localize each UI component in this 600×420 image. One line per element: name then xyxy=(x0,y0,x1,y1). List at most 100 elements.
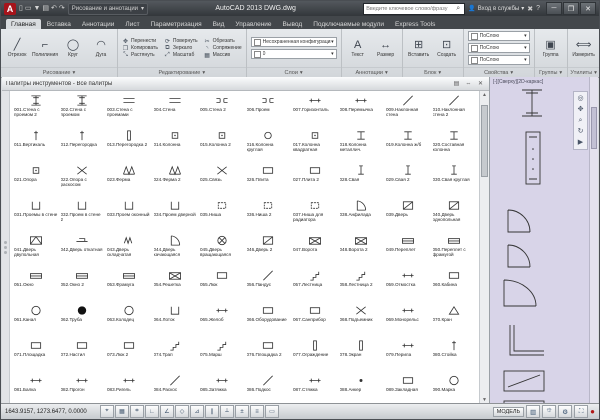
dyn-toggle[interactable]: ± xyxy=(235,405,249,418)
panel-name[interactable]: Редактирование▾ xyxy=(118,67,246,77)
palette-item[interactable]: 021.Опора xyxy=(12,162,59,197)
search-input[interactable] xyxy=(364,6,456,12)
palette-item[interactable]: 069.Монорельс xyxy=(384,302,431,337)
osnap-toggle[interactable]: ◇ xyxy=(175,405,189,418)
palette-item[interactable]: 087.Стяжка xyxy=(291,372,338,404)
palette-item[interactable]: 062.Труба xyxy=(59,302,106,337)
palette-item[interactable]: 023.Ферма xyxy=(105,162,152,197)
dropdown[interactable]: ПоСлою▾ xyxy=(468,31,530,41)
palette-item[interactable]: 077.Ограждение xyxy=(291,337,338,372)
palette-item[interactable]: 088.Анкер xyxy=(338,372,385,404)
palette-item[interactable]: 030.Свая круглая xyxy=(431,162,478,197)
fillet-button[interactable]: ◝Сопряжение xyxy=(204,45,242,52)
close-button[interactable]: ✕ xyxy=(580,2,596,15)
palette-item[interactable]: 024.Ферма 2 xyxy=(152,162,199,197)
palette-item[interactable]: 070.Кран xyxy=(431,302,478,337)
arc-button[interactable]: ◠Дуга xyxy=(89,39,113,58)
palette-item[interactable]: 089.Закладная xyxy=(384,372,431,404)
palette-item[interactable]: 055.Люк xyxy=(198,267,245,302)
palette-item[interactable]: 010.Наклонная стена 2 xyxy=(431,92,478,127)
polar-toggle[interactable]: ∠ xyxy=(160,405,174,418)
palette-autohide-icon[interactable]: ⇔ xyxy=(464,81,473,87)
canvas-scrollbar[interactable] xyxy=(589,77,598,404)
palette-item[interactable]: 041.Дверь двупольная xyxy=(12,232,59,267)
tab-вид[interactable]: Вид xyxy=(208,19,230,29)
palette-item[interactable]: 053.Фрамуга xyxy=(105,267,152,302)
i-section-symbol[interactable] xyxy=(518,87,548,126)
palette-item[interactable]: 044.Дверь качающаяся xyxy=(152,232,199,267)
palette-item[interactable]: 051.Окно xyxy=(12,267,59,302)
palette-item[interactable]: 067.Санприбор xyxy=(291,302,338,337)
palette-item[interactable]: 083.Ригель xyxy=(105,372,152,404)
circle-button[interactable]: ◯Круг xyxy=(61,39,85,58)
palette-item[interactable]: 084.Раскос xyxy=(152,372,199,404)
panel-name[interactable]: Аннотации▾ xyxy=(342,67,402,77)
palette-item[interactable]: 002.Стена с проемом xyxy=(59,92,106,127)
palette-item[interactable]: 085.Затяжка xyxy=(198,372,245,404)
palette-item[interactable]: 016.Колонна круглая xyxy=(245,127,292,162)
rotate-button[interactable]: ⟳Повернуть xyxy=(164,38,198,45)
palette-properties-icon[interactable]: ▤ xyxy=(452,80,461,87)
palette-item[interactable]: 034.Проем дверной xyxy=(152,197,199,232)
save-icon[interactable]: ▼ xyxy=(33,3,40,15)
group-button[interactable]: ▣Группа xyxy=(539,39,563,58)
palette-item[interactable]: 081.Балка xyxy=(12,372,59,404)
otrack-toggle[interactable]: ∥ xyxy=(205,405,219,418)
palette-item[interactable]: 018.Колонна металлич. xyxy=(338,127,385,162)
palette-item[interactable]: 058.Лестница 2 xyxy=(338,267,385,302)
palette-item[interactable]: 025.Связь xyxy=(198,162,245,197)
palette-item[interactable]: 075.Марш xyxy=(198,337,245,372)
lwt-toggle[interactable]: ≡ xyxy=(250,405,264,418)
scroll-up-icon[interactable]: ▲ xyxy=(480,92,489,98)
palette-item[interactable]: 079.Перила xyxy=(384,337,431,372)
panel-name[interactable]: Свойства▾ xyxy=(464,67,534,77)
palette-item[interactable]: 009.Наклонная стена xyxy=(384,92,431,127)
minimize-button[interactable]: ─ xyxy=(546,2,562,15)
viewport-label[interactable]: [-][Сверху][2D-каркас] xyxy=(493,79,543,85)
palette-item[interactable]: 045.Дверь вращающаяся xyxy=(198,232,245,267)
pan-icon[interactable]: ✥ xyxy=(578,104,584,115)
tab-вставка[interactable]: Вставка xyxy=(42,19,76,29)
tpy-toggle[interactable]: ▭ xyxy=(265,405,279,418)
fullscreen-icon[interactable]: ⛶ xyxy=(574,405,588,418)
tab-управление[interactable]: Управление xyxy=(230,19,276,29)
panel-name[interactable]: Слои▾ xyxy=(247,67,341,77)
palette-item[interactable]: 020.Составная колонна xyxy=(431,127,478,162)
array-button[interactable]: ▦Массив xyxy=(204,52,242,59)
text-button[interactable]: AТекст xyxy=(346,39,370,58)
palette-item[interactable]: 037.Ниша для радиатора xyxy=(291,197,338,232)
palette-item[interactable]: 080.Стойка xyxy=(431,337,478,372)
scale-button[interactable]: ⤢Масштаб xyxy=(164,52,198,59)
column-section-symbol[interactable] xyxy=(522,129,546,192)
maximize-button[interactable]: ❐ xyxy=(563,2,579,15)
help-icon[interactable]: ? xyxy=(536,5,540,12)
orbit-icon[interactable]: ↻ xyxy=(578,126,584,137)
pline-button[interactable]: ⌐Полилиния xyxy=(33,39,57,58)
palette-item[interactable]: 052.Окно 2 xyxy=(59,267,106,302)
palette-item[interactable]: 040.Дверь однопольная xyxy=(431,197,478,232)
workspace-switcher[interactable]: Рисование и аннотации ▾ xyxy=(68,3,148,15)
palette-grab-handle[interactable] xyxy=(2,91,10,404)
palette-item[interactable]: 012.Перегородка xyxy=(59,127,106,162)
search-icon[interactable]: ⌕ xyxy=(456,5,462,13)
palette-item[interactable]: 001.Стена с проемом 2 xyxy=(12,92,59,127)
app-logo-icon[interactable]: A xyxy=(4,3,16,15)
palette-item[interactable]: 048.Ворота 2 xyxy=(338,232,385,267)
grid-toggle[interactable]: ⌗ xyxy=(130,405,144,418)
dropdown[interactable]: ПоСлою▾ xyxy=(468,43,530,53)
palette-item[interactable]: 060.Кабина xyxy=(431,267,478,302)
exchange-icon[interactable]: ✖ xyxy=(527,5,533,13)
palette-item[interactable]: 027.Плита 2 xyxy=(291,162,338,197)
palette-item[interactable]: 019.Колонна ж/б xyxy=(384,127,431,162)
wall-corner-symbol[interactable] xyxy=(504,322,548,367)
palette-title-bar[interactable]: Палитры инструментов - Все палитры ▤ ⇔ ✕ xyxy=(2,77,489,91)
canvas-scroll-thumb[interactable] xyxy=(591,107,597,149)
panel-name[interactable]: Блок▾ xyxy=(403,67,463,77)
plot-icon[interactable]: ▤ xyxy=(42,3,49,15)
palette-item[interactable]: 029.Свая 2 xyxy=(384,162,431,197)
tab-лист[interactable]: Лист xyxy=(120,19,144,29)
tab-главная[interactable]: Главная xyxy=(6,19,41,29)
palette-item[interactable]: 073.Люк 2 xyxy=(105,337,152,372)
palette-close-icon[interactable]: ✕ xyxy=(476,80,485,87)
palette-item[interactable]: 031.Проемы в стене xyxy=(12,197,59,232)
